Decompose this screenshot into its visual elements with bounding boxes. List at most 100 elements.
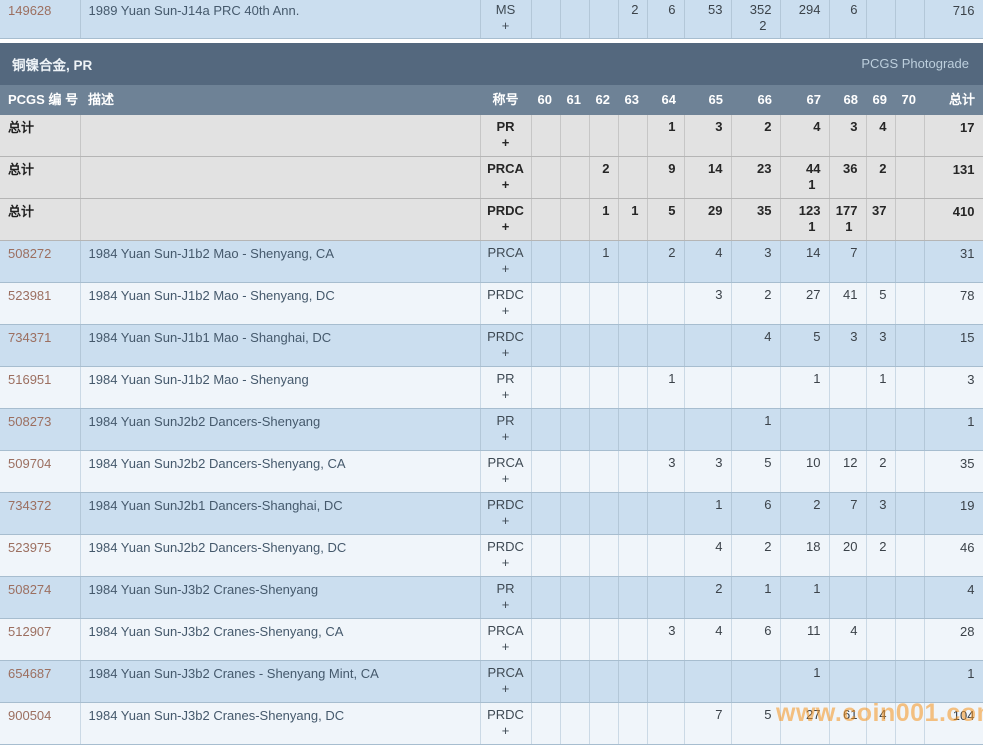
grade-cell: [560, 157, 589, 199]
summary-row: 总计PRDC+11529351231177137410: [0, 199, 983, 241]
grade-cell: 27: [780, 283, 829, 325]
total-cell: 716: [924, 0, 983, 38]
grade-cell: [531, 451, 560, 493]
population-table: PCGS 编 号描述称号6061626364656667686970总计 总计P…: [0, 85, 983, 745]
grade-cell: 6: [731, 493, 780, 535]
designation-grade-prefix: PRCA: [482, 665, 530, 681]
grade-cell: [560, 409, 589, 451]
grade-count: 53: [687, 2, 723, 18]
pcgs-number-link[interactable]: 149628: [8, 3, 51, 18]
grade-cell: 3: [731, 241, 780, 283]
grade-count: 37: [869, 203, 887, 219]
pcgs-number-link[interactable]: 516951: [8, 372, 51, 387]
grade-count: 1: [869, 371, 887, 387]
grade-count: 14: [687, 161, 723, 177]
grade-cell: 5: [780, 325, 829, 367]
grade-count: 12: [832, 455, 858, 471]
pcgs-number-link[interactable]: 523981: [8, 288, 51, 303]
grade-cell: 4: [731, 325, 780, 367]
grade-count: 10: [783, 455, 821, 471]
grade-count: 5: [783, 329, 821, 345]
grade-count: 7: [832, 245, 858, 261]
grade-cell: [589, 577, 618, 619]
grade-cell: [560, 325, 589, 367]
grade-cell: [895, 703, 924, 745]
pcgs-number-link[interactable]: 734371: [8, 330, 51, 345]
pcgs-number-link[interactable]: 654687: [8, 666, 51, 681]
grade-cell: [589, 703, 618, 745]
table-row: 1496281989 Yuan Sun-J14a PRC 40th Ann.MS…: [0, 0, 983, 38]
designation: PRCA+: [480, 451, 531, 493]
grade-count: 2: [687, 581, 723, 597]
coin-description: 1984 Yuan Sun-J1b2 Mao - Shenyang, DC: [80, 283, 480, 325]
total-cell: 410: [924, 199, 983, 241]
pcgs-number-link[interactable]: 508273: [8, 414, 51, 429]
total-cell: 35: [924, 451, 983, 493]
pcgs-number-link[interactable]: 512907: [8, 624, 51, 639]
grade-cell: [560, 0, 589, 38]
grade-cell: 294: [780, 0, 829, 38]
grade-cell: [618, 367, 647, 409]
grade-count: 123: [783, 203, 821, 219]
grade-cell: [618, 577, 647, 619]
grade-count: 27: [783, 287, 821, 303]
pcgs-number-link[interactable]: 508274: [8, 582, 51, 597]
grade-cell: 11: [780, 619, 829, 661]
grade-count: 61: [832, 707, 858, 723]
grade-cell: [618, 157, 647, 199]
grade-cell: [618, 661, 647, 703]
grade-cell: [780, 409, 829, 451]
grade-cell: [618, 619, 647, 661]
grade-count: 6: [832, 2, 858, 18]
grade-cell: 1: [684, 493, 731, 535]
pcgs-number-link[interactable]: 523975: [8, 540, 51, 555]
grade-count: 3: [687, 119, 723, 135]
col-header-grade-65: 65: [684, 85, 731, 115]
pcgs-photograde-link[interactable]: PCGS Photograde: [861, 56, 969, 71]
grade-cell: [589, 661, 618, 703]
grade-count: 2: [869, 539, 887, 555]
grade-cell: [531, 661, 560, 703]
total-cell: 4: [924, 577, 983, 619]
designation-plus: +: [482, 303, 530, 319]
col-header-grade-70: 70: [895, 85, 924, 115]
grade-cell: [895, 535, 924, 577]
grade-plus-count: 2: [734, 18, 772, 34]
grade-cell: 2: [618, 0, 647, 38]
pcgs-number-link[interactable]: 734372: [8, 498, 51, 513]
grade-cell: [829, 367, 866, 409]
grade-count: 4: [869, 707, 887, 723]
pcgs-number-link[interactable]: 509704: [8, 456, 51, 471]
grade-cell: 2: [731, 283, 780, 325]
summary-row: 总计PRCA+291423441362131: [0, 157, 983, 199]
grade-cell: [560, 703, 589, 745]
grade-cell: [647, 283, 684, 325]
grade-cell: 6: [647, 0, 684, 38]
grade-cell: [895, 661, 924, 703]
grade-count: 2: [734, 539, 772, 555]
grade-cell: [895, 493, 924, 535]
grade-cell: 2: [866, 535, 895, 577]
pcgs-number-link[interactable]: 508272: [8, 246, 51, 261]
col-header-grade-62: 62: [589, 85, 618, 115]
table-row: 5129071984 Yuan Sun-J3b2 Cranes-Shenyang…: [0, 619, 983, 661]
grade-cell: 4: [866, 115, 895, 157]
grade-cell: 2: [866, 451, 895, 493]
col-header-grade-66: 66: [731, 85, 780, 115]
grade-cell: [866, 241, 895, 283]
grade-cell: 1: [618, 199, 647, 241]
coin-description: 1984 Yuan SunJ2b1 Dancers-Shanghai, DC: [80, 493, 480, 535]
grade-cell: [589, 535, 618, 577]
grade-count: 1: [783, 371, 821, 387]
grade-cell: [895, 157, 924, 199]
grade-cell: 9: [647, 157, 684, 199]
grade-cell: 2: [647, 241, 684, 283]
grade-cell: [531, 283, 560, 325]
pcgs-number-link[interactable]: 900504: [8, 708, 51, 723]
grade-cell: 2: [684, 577, 731, 619]
grade-cell: [531, 325, 560, 367]
grade-cell: [618, 451, 647, 493]
grade-count: 3: [650, 455, 676, 471]
grade-cell: [531, 703, 560, 745]
grade-cell: [560, 619, 589, 661]
